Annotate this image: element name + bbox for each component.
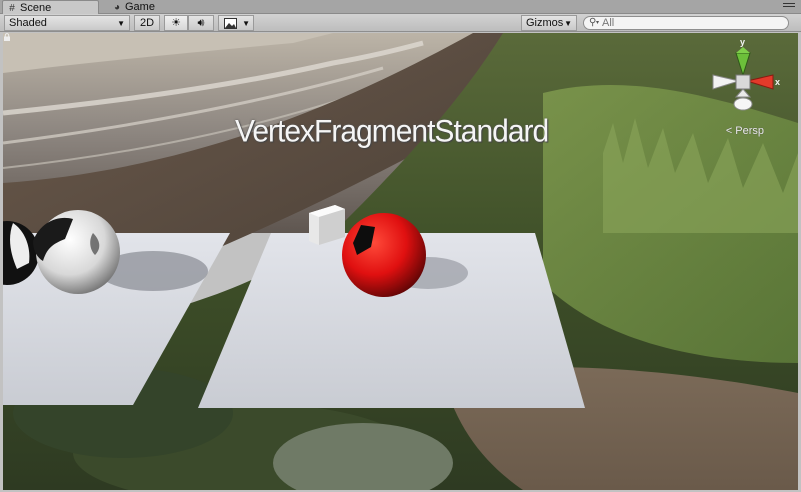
- search-input[interactable]: ⚲ ▾ All: [583, 16, 789, 30]
- toggle-2d-button[interactable]: 2D: [134, 15, 160, 31]
- projection-toggle[interactable]: < Persp: [726, 125, 764, 137]
- gizmos-label: Gizmos: [526, 17, 564, 29]
- vertex-fragment-label: VertexFragmentStandard: [235, 114, 549, 149]
- dropdown-arrow-icon: ▼: [117, 19, 125, 28]
- axis-y-label: y: [740, 37, 746, 47]
- lighting-toggle-button[interactable]: ☀: [164, 15, 188, 31]
- dropdown-arrow-icon: ▼: [242, 19, 250, 28]
- search-filter-arrow-icon: ▾: [596, 20, 600, 26]
- tab-game-label: Game: [125, 1, 155, 13]
- shading-mode-label: Shaded: [9, 17, 47, 29]
- shading-mode-dropdown[interactable]: Shaded ▼: [4, 15, 130, 31]
- gizmos-dropdown[interactable]: Gizmos ▼: [521, 15, 577, 31]
- red-sphere[interactable]: [342, 213, 426, 297]
- image-icon: [224, 18, 237, 29]
- search-placeholder: All: [602, 17, 615, 29]
- effects-dropdown[interactable]: ▼: [218, 15, 254, 31]
- tab-strip: # Scene ◕ Game: [0, 0, 801, 14]
- axis-x-label: x: [775, 77, 781, 87]
- audio-toggle-button[interactable]: 🔊︎: [188, 15, 214, 31]
- projection-label: Persp: [735, 125, 764, 137]
- chevron-left-icon: <: [725, 125, 733, 137]
- scene-render: [3, 33, 798, 490]
- speaker-icon: 🔊︎: [197, 17, 205, 29]
- scene-toolbar: Shaded ▼ 2D ☀ 🔊︎ ▼ Gizmos ▼ ⚲ ▾ All: [0, 14, 801, 32]
- scene-viewport[interactable]: VertexFragmentStandard y x < Persp: [3, 33, 798, 490]
- dropdown-arrow-icon: ▼: [564, 19, 572, 28]
- tab-game[interactable]: ◕ Game: [108, 0, 161, 14]
- tab-scene[interactable]: # Scene: [2, 0, 99, 14]
- game-icon: ◕: [113, 2, 121, 13]
- tab-menu-icon[interactable]: [783, 1, 795, 11]
- sun-icon: ☀: [171, 17, 181, 29]
- tab-scene-label: Scene: [20, 2, 52, 14]
- lock-icon[interactable]: [3, 33, 11, 41]
